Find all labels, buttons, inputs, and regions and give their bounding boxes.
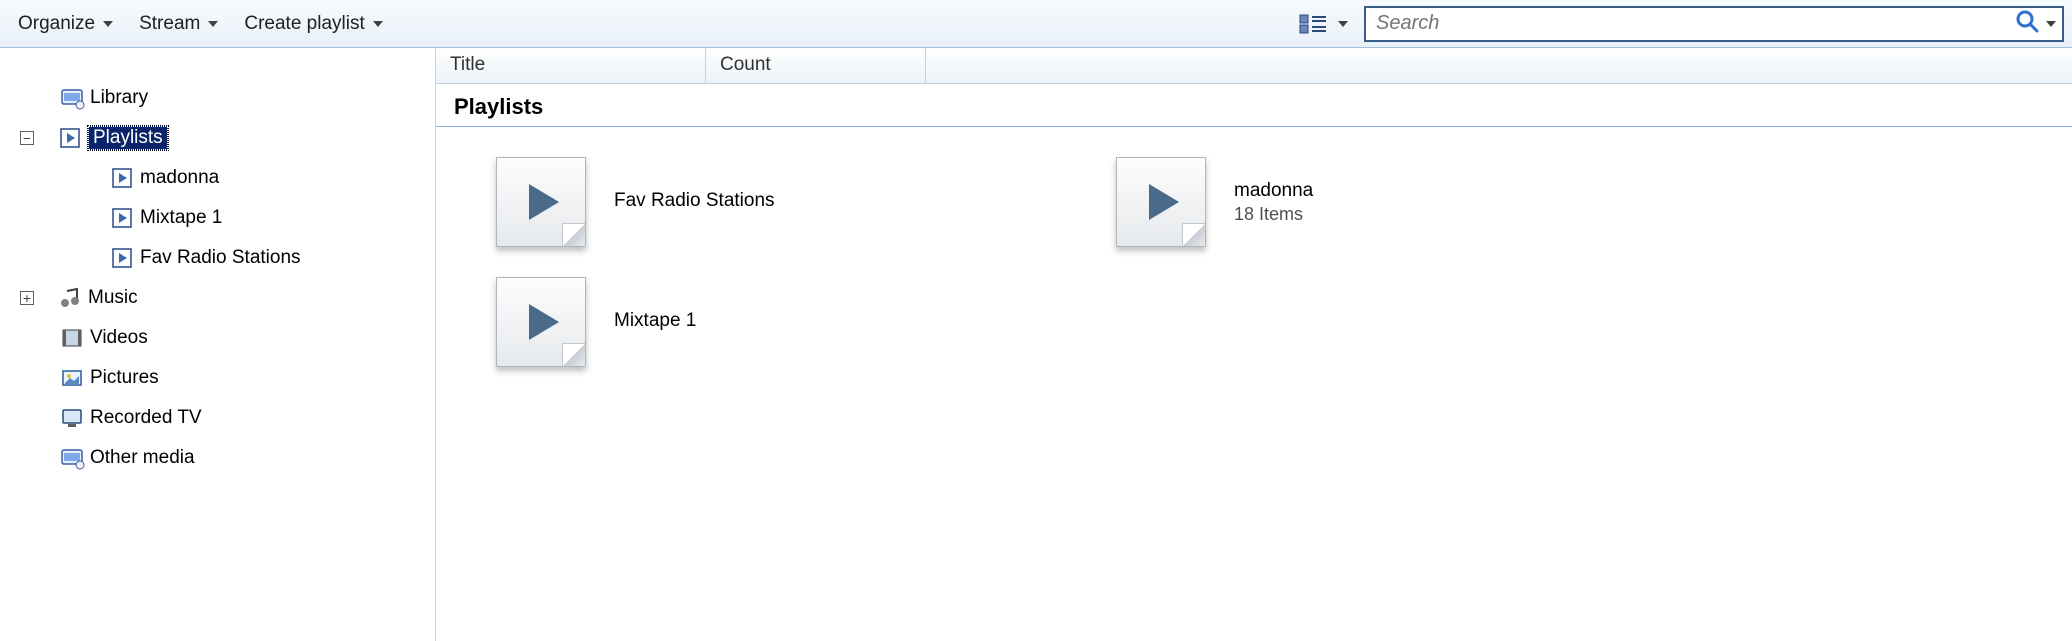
playlist-item[interactable]: madonna 18 Items bbox=[1116, 157, 1696, 247]
tree-label: Music bbox=[88, 287, 138, 309]
picture-icon bbox=[60, 366, 84, 390]
column-header-title[interactable]: Title bbox=[436, 48, 706, 83]
search-input[interactable] bbox=[1376, 12, 2016, 35]
view-grid-icon bbox=[1300, 13, 1328, 35]
playlist-title: Mixtape 1 bbox=[614, 310, 696, 332]
tree-label: Other media bbox=[90, 447, 195, 469]
playlist-subtitle: 18 Items bbox=[1234, 204, 1313, 225]
music-icon bbox=[58, 286, 82, 310]
playlist-item[interactable]: Mixtape 1 bbox=[496, 277, 1076, 367]
column-title-label: Title bbox=[450, 54, 485, 75]
stream-menu[interactable]: Stream bbox=[129, 9, 228, 39]
monitor-icon bbox=[60, 406, 84, 430]
playlist-grid: Fav Radio Stations madonna 18 Items bbox=[436, 127, 2072, 397]
playlist-title: madonna bbox=[1234, 180, 1313, 202]
group-header[interactable]: Playlists bbox=[436, 84, 2072, 127]
chevron-down-icon bbox=[103, 21, 113, 27]
playlist-icon bbox=[110, 246, 134, 270]
column-header-count[interactable]: Count bbox=[706, 48, 926, 83]
playlist-text: madonna 18 Items bbox=[1234, 180, 1313, 225]
playlist-icon bbox=[110, 206, 134, 230]
organize-label: Organize bbox=[18, 13, 95, 35]
tree-item-other-media[interactable]: Other media bbox=[20, 438, 431, 478]
playlist-icon bbox=[110, 166, 134, 190]
tree-label: Recorded TV bbox=[90, 407, 202, 429]
playlist-icon bbox=[58, 126, 82, 150]
stream-label: Stream bbox=[139, 13, 200, 35]
play-icon bbox=[529, 304, 559, 340]
create-playlist-menu[interactable]: Create playlist bbox=[234, 9, 392, 39]
tree-item-playlist-child[interactable]: Mixtape 1 bbox=[20, 198, 431, 238]
tree-item-playlists[interactable]: − Playlists bbox=[20, 118, 431, 158]
library-icon bbox=[60, 86, 84, 110]
tree-label: Fav Radio Stations bbox=[140, 247, 301, 269]
chevron-down-icon bbox=[1338, 21, 1348, 27]
main-split: Library − Playlists madonna Mixtape 1 bbox=[0, 48, 2072, 641]
tree-item-recorded-tv[interactable]: Recorded TV bbox=[20, 398, 431, 438]
chevron-down-icon bbox=[2046, 21, 2056, 27]
tree-label: Pictures bbox=[90, 367, 159, 389]
tree-label: madonna bbox=[140, 167, 219, 189]
view-options-button[interactable] bbox=[1296, 11, 1352, 37]
chevron-down-icon bbox=[208, 21, 218, 27]
search-icon-wrap bbox=[2016, 10, 2056, 38]
column-headers: Title Count bbox=[436, 48, 2072, 84]
chevron-down-icon bbox=[373, 21, 383, 27]
column-count-label: Count bbox=[720, 54, 771, 75]
playlist-thumb bbox=[496, 157, 586, 247]
play-icon bbox=[1149, 184, 1179, 220]
search-icon[interactable] bbox=[2016, 10, 2038, 38]
playlist-text: Mixtape 1 bbox=[614, 310, 696, 334]
playlist-thumb bbox=[496, 277, 586, 367]
tree-item-playlist-child[interactable]: madonna bbox=[20, 158, 431, 198]
collapse-icon[interactable]: − bbox=[20, 131, 34, 145]
tree-label: Playlists bbox=[88, 126, 168, 150]
expand-icon[interactable]: + bbox=[20, 291, 34, 305]
tree-item-videos[interactable]: Videos bbox=[20, 318, 431, 358]
library-icon bbox=[60, 446, 84, 470]
tree-label: Mixtape 1 bbox=[140, 207, 222, 229]
toolbar-left: Organize Stream Create playlist bbox=[8, 9, 393, 39]
create-playlist-label: Create playlist bbox=[244, 13, 364, 35]
tree-label: Videos bbox=[90, 327, 148, 349]
tree-item-music[interactable]: + Music bbox=[20, 278, 431, 318]
toolbar: Organize Stream Create playlist bbox=[0, 0, 2072, 48]
playlist-title: Fav Radio Stations bbox=[614, 190, 775, 212]
content-pane: Title Count Playlists Fav Radio Stations bbox=[436, 48, 2072, 641]
playlist-thumb bbox=[1116, 157, 1206, 247]
navigation-tree: Library − Playlists madonna Mixtape 1 bbox=[0, 48, 436, 641]
tree-item-playlist-child[interactable]: Fav Radio Stations bbox=[20, 238, 431, 278]
play-icon bbox=[529, 184, 559, 220]
tree-item-pictures[interactable]: Pictures bbox=[20, 358, 431, 398]
video-icon bbox=[60, 326, 84, 350]
tree-item-library[interactable]: Library bbox=[20, 78, 431, 118]
group-header-label: Playlists bbox=[454, 94, 543, 119]
search-box[interactable] bbox=[1364, 6, 2064, 42]
tree-label: Library bbox=[90, 87, 148, 109]
organize-menu[interactable]: Organize bbox=[8, 9, 123, 39]
playlist-text: Fav Radio Stations bbox=[614, 190, 775, 214]
playlist-item[interactable]: Fav Radio Stations bbox=[496, 157, 1076, 247]
